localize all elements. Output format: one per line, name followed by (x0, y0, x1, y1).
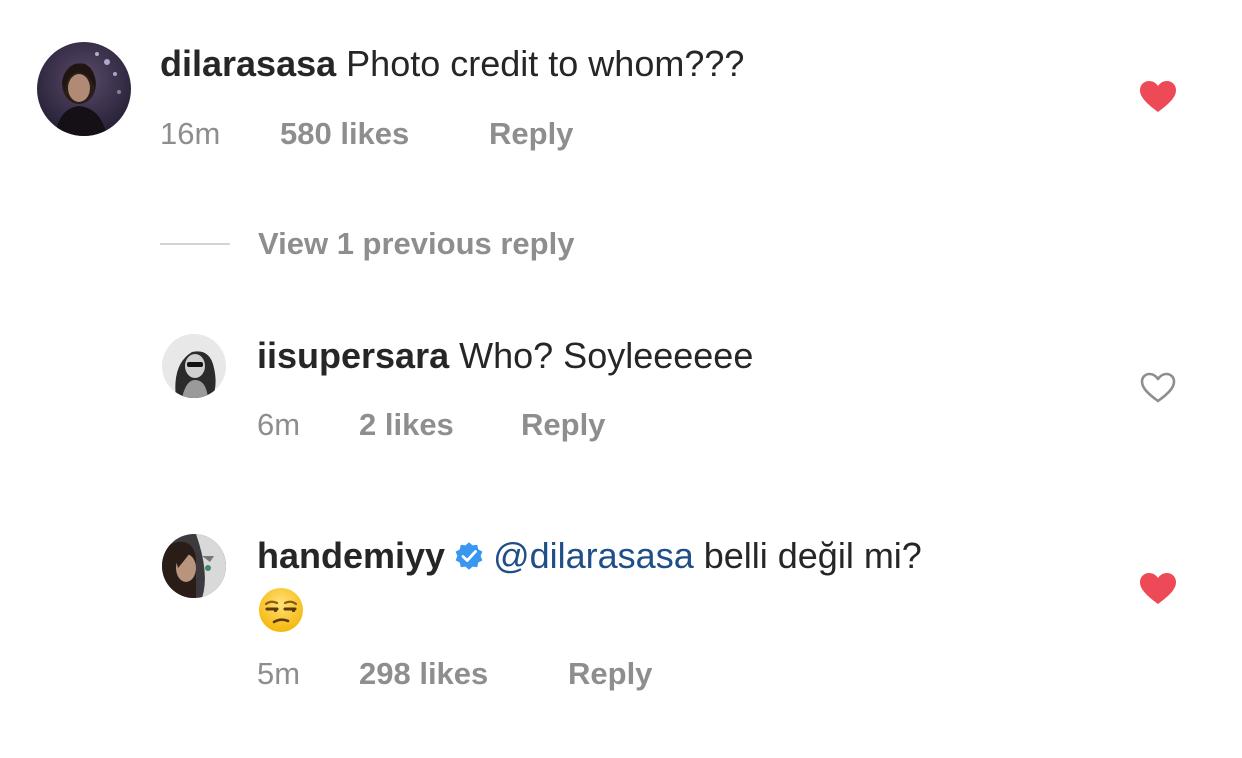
username-link[interactable]: iisupersara (257, 335, 449, 376)
timestamp: 6m (257, 407, 301, 442)
timestamp: 16m (160, 116, 221, 151)
likes-count[interactable]: 580 likes (280, 114, 409, 154)
avatar[interactable] (162, 534, 226, 598)
likes-count[interactable]: 298 likes (359, 654, 488, 694)
comment-meta: 16m 580 likes Reply (160, 114, 660, 154)
reply-button[interactable]: Reply (568, 654, 652, 694)
view-replies-label[interactable]: View 1 previous reply (258, 224, 574, 264)
mention-link[interactable]: @dilarasasa (493, 535, 694, 576)
comment-line: dilarasasa Photo credit to whom??? (160, 42, 744, 86)
reply-button[interactable]: Reply (521, 405, 605, 445)
avatar[interactable] (37, 42, 131, 136)
username-link[interactable]: dilarasasa (160, 43, 336, 84)
comment-meta: 6m 2 likes Reply (257, 405, 677, 445)
verified-badge-icon (455, 542, 483, 570)
heart-filled-icon[interactable] (1140, 81, 1176, 113)
comment-line: handemiyy @dilarasasa belli değil mi? (257, 534, 922, 578)
avatar[interactable] (162, 334, 226, 398)
heart-outline-icon[interactable] (1140, 372, 1176, 404)
heart-filled-icon[interactable] (1140, 573, 1176, 605)
comment-text: Who? Soyleeeeee (459, 335, 754, 376)
comment-line: iisupersara Who? Soyleeeeee (257, 334, 753, 378)
reply-button[interactable]: Reply (489, 114, 573, 154)
likes-count[interactable]: 2 likes (359, 405, 454, 445)
divider (160, 243, 230, 245)
comment-text: Photo credit to whom??? (346, 43, 745, 84)
comment-meta: 5m 298 likes Reply (257, 654, 717, 694)
comment-text: belli değil mi? (693, 535, 922, 576)
timestamp: 5m (257, 656, 301, 691)
unamused-face-emoji-icon (259, 588, 303, 632)
username-link[interactable]: handemiyy (257, 535, 445, 576)
